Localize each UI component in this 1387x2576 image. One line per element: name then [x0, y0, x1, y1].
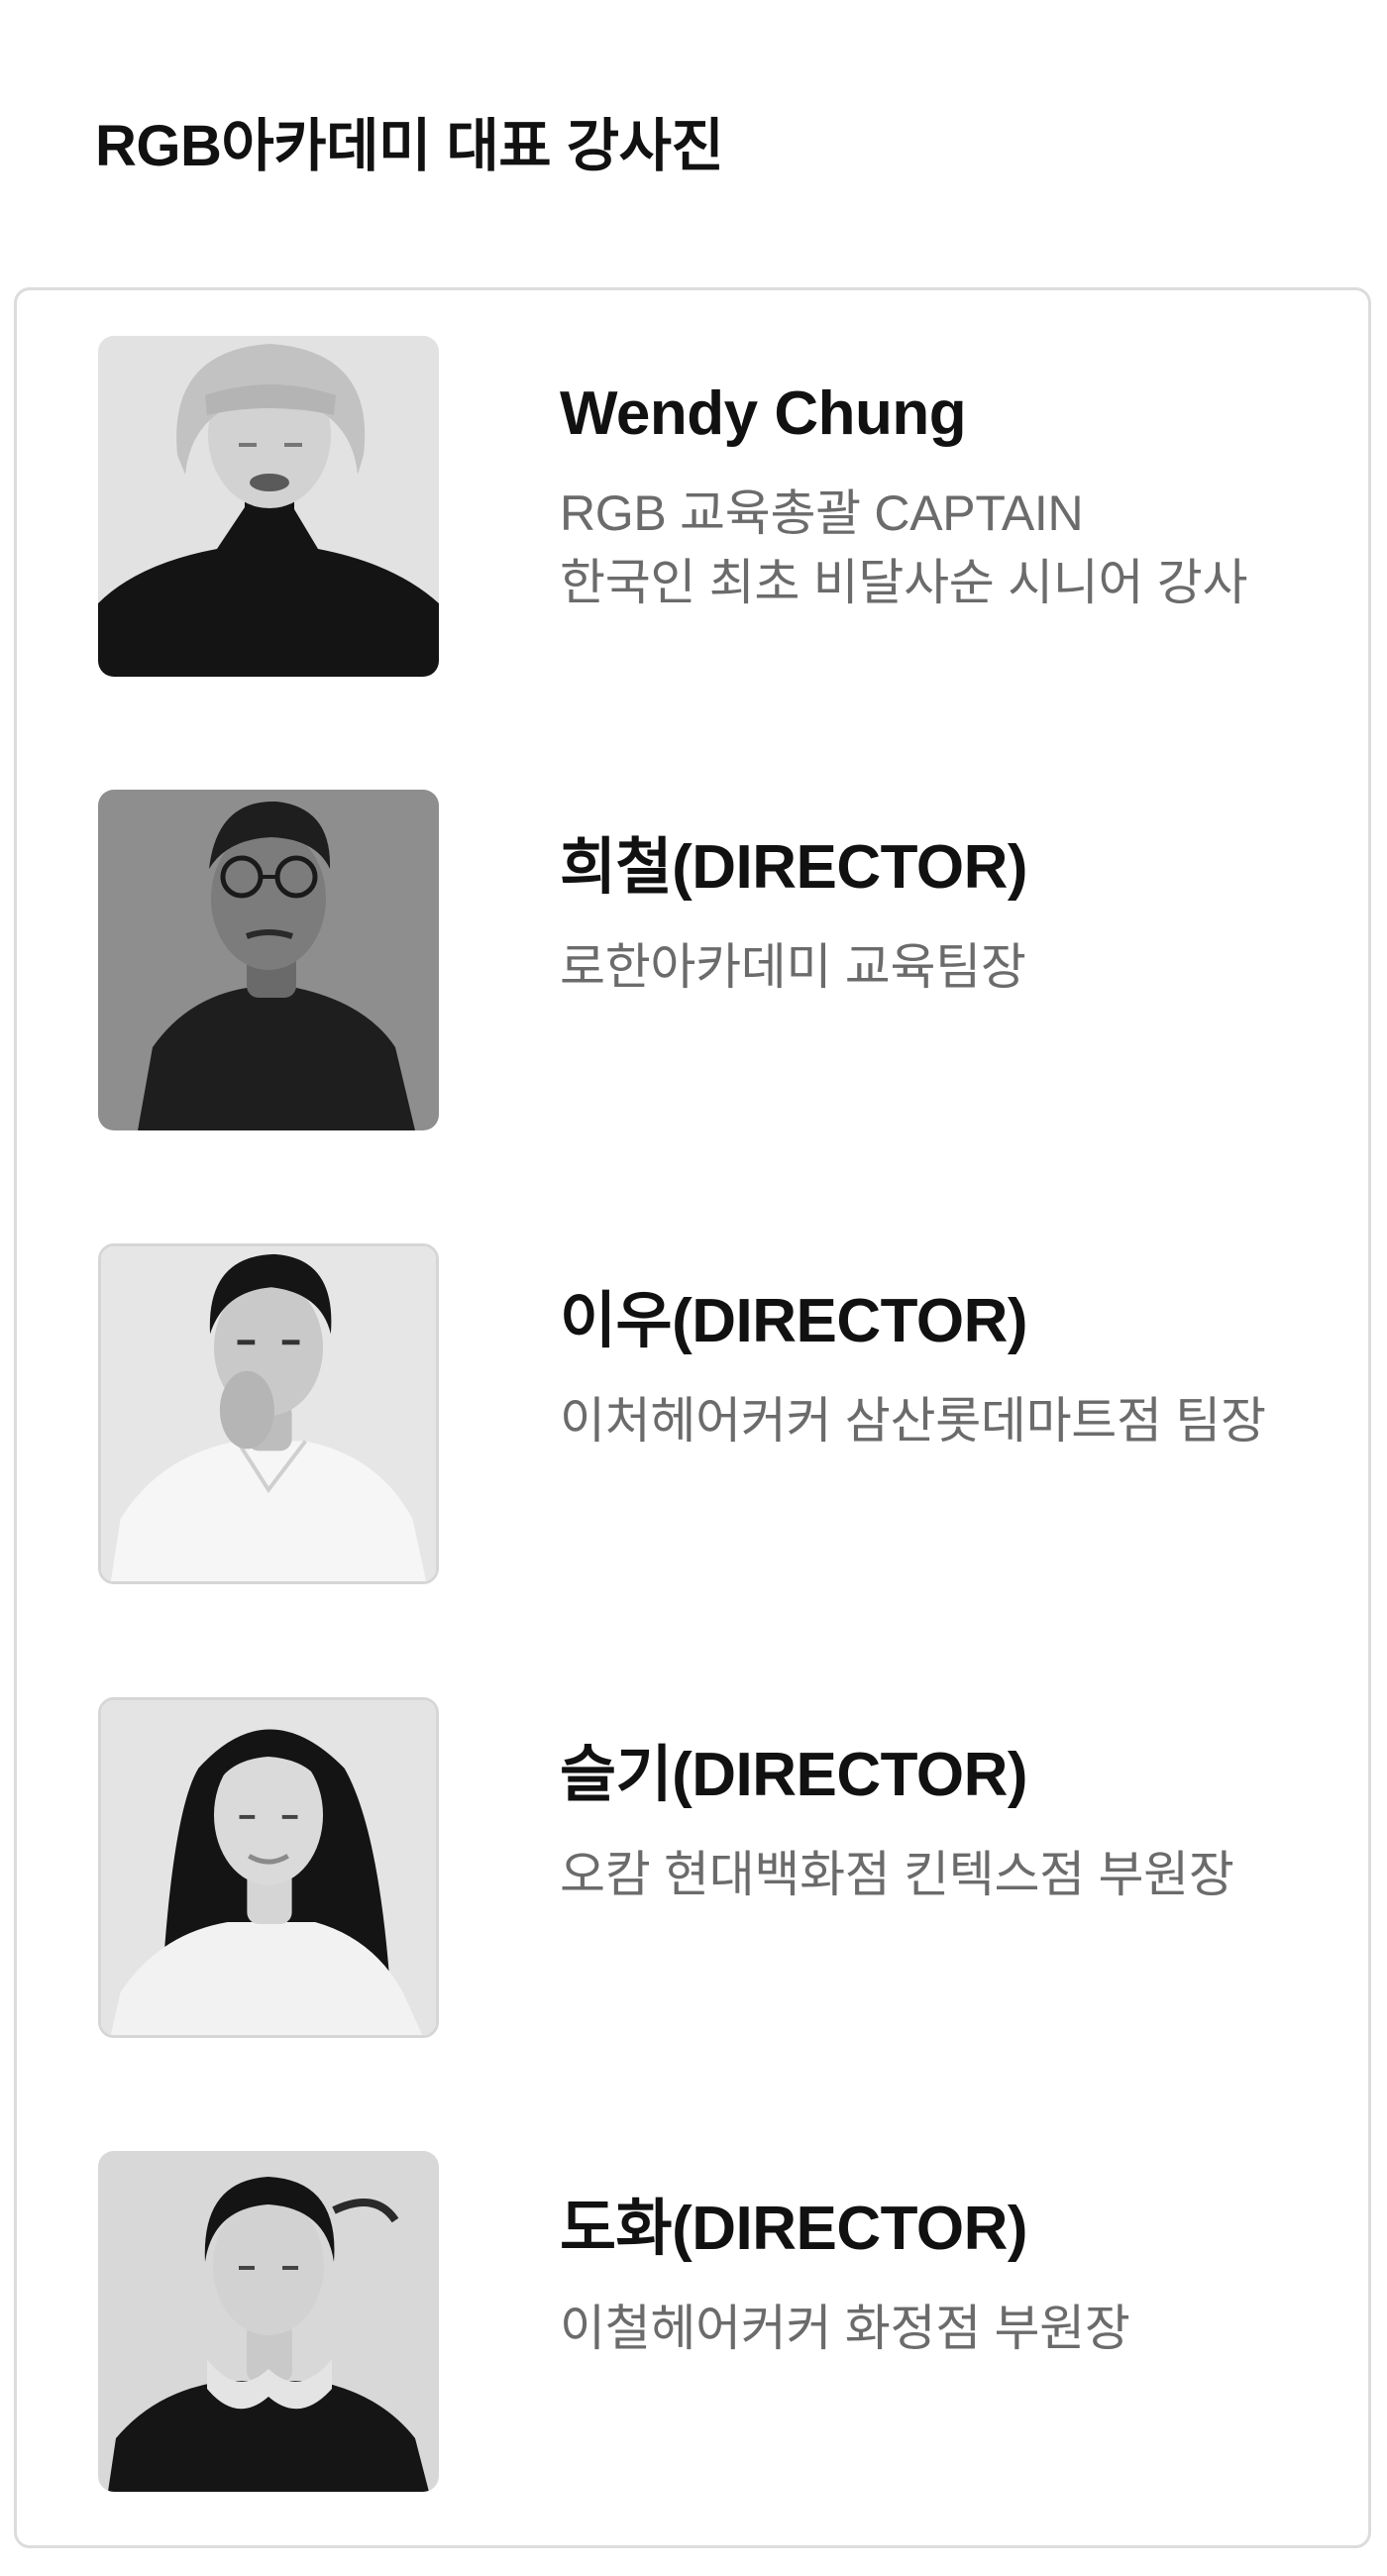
instructor-item[interactable]: 희철(DIRECTOR) 로한아카데미 교육팀장 — [98, 790, 1356, 1130]
instructor-description: 오캄 현대백화점 킨텍스점 부원장 — [560, 1847, 1234, 1902]
instructor-description: 이철헤어커커 화정점 부원장 — [560, 2301, 1130, 2356]
instructor-info: 슬기(DIRECTOR) 오캄 현대백화점 킨텍스점 부원장 — [560, 1737, 1352, 1909]
instructor-description: 이처헤어커커 삼산롯데마트점 팀장 — [560, 1393, 1266, 1449]
instructor-name: 이우(DIRECTOR) — [560, 1287, 1028, 1355]
instructor-name: 희철(DIRECTOR) — [560, 833, 1028, 902]
instructor-photo — [98, 2151, 439, 2492]
instructor-item[interactable]: Wendy Chung RGB 교육총괄 CAPTAIN 한국인 최초 비달사순… — [98, 336, 1356, 677]
instructor-photo — [98, 790, 439, 1130]
instructor-info: Wendy Chung RGB 교육총괄 CAPTAIN 한국인 최초 비달사순… — [560, 376, 1352, 617]
instructor-photo — [98, 1697, 439, 2038]
instructor-photo — [98, 1243, 439, 1584]
instructor-info: 희철(DIRECTOR) 로한아카데미 교육팀장 — [560, 829, 1352, 1002]
instructor-description: RGB 교육총괄 CAPTAIN — [560, 485, 1084, 541]
instructor-card: Wendy Chung RGB 교육총괄 CAPTAIN 한국인 최초 비달사순… — [14, 287, 1371, 2548]
instructor-item[interactable]: 이우(DIRECTOR) 이처헤어커커 삼산롯데마트점 팀장 — [98, 1243, 1356, 1584]
portrait-man-glasses-icon — [98, 790, 439, 1130]
portrait-woman-hands-chin-icon — [98, 2151, 439, 2492]
portrait-woman-long-hair-icon — [101, 1700, 436, 2035]
portrait-man-white-shirt-icon — [101, 1246, 436, 1581]
instructor-item[interactable]: 도화(DIRECTOR) 이철헤어커커 화정점 부원장 — [98, 2151, 1356, 2492]
instructor-name: Wendy Chung — [560, 379, 967, 448]
instructor-description: 한국인 최초 비달사순 시니어 강사 — [560, 555, 1248, 610]
instructor-name: 슬기(DIRECTOR) — [560, 1741, 1028, 1809]
instructor-info: 도화(DIRECTOR) 이철헤어커커 화정점 부원장 — [560, 2191, 1352, 2363]
instructor-info: 이우(DIRECTOR) 이처헤어커커 삼산롯데마트점 팀장 — [560, 1283, 1352, 1455]
instructor-name: 도화(DIRECTOR) — [560, 2195, 1028, 2263]
page-title: RGB아카데미 대표 강사진 — [95, 114, 724, 178]
instructor-item[interactable]: 슬기(DIRECTOR) 오캄 현대백화점 킨텍스점 부원장 — [98, 1697, 1356, 2038]
instructor-photo — [98, 336, 439, 677]
instructor-description: 로한아카데미 교육팀장 — [560, 939, 1026, 995]
portrait-woman-bob-hair-icon — [98, 336, 439, 677]
